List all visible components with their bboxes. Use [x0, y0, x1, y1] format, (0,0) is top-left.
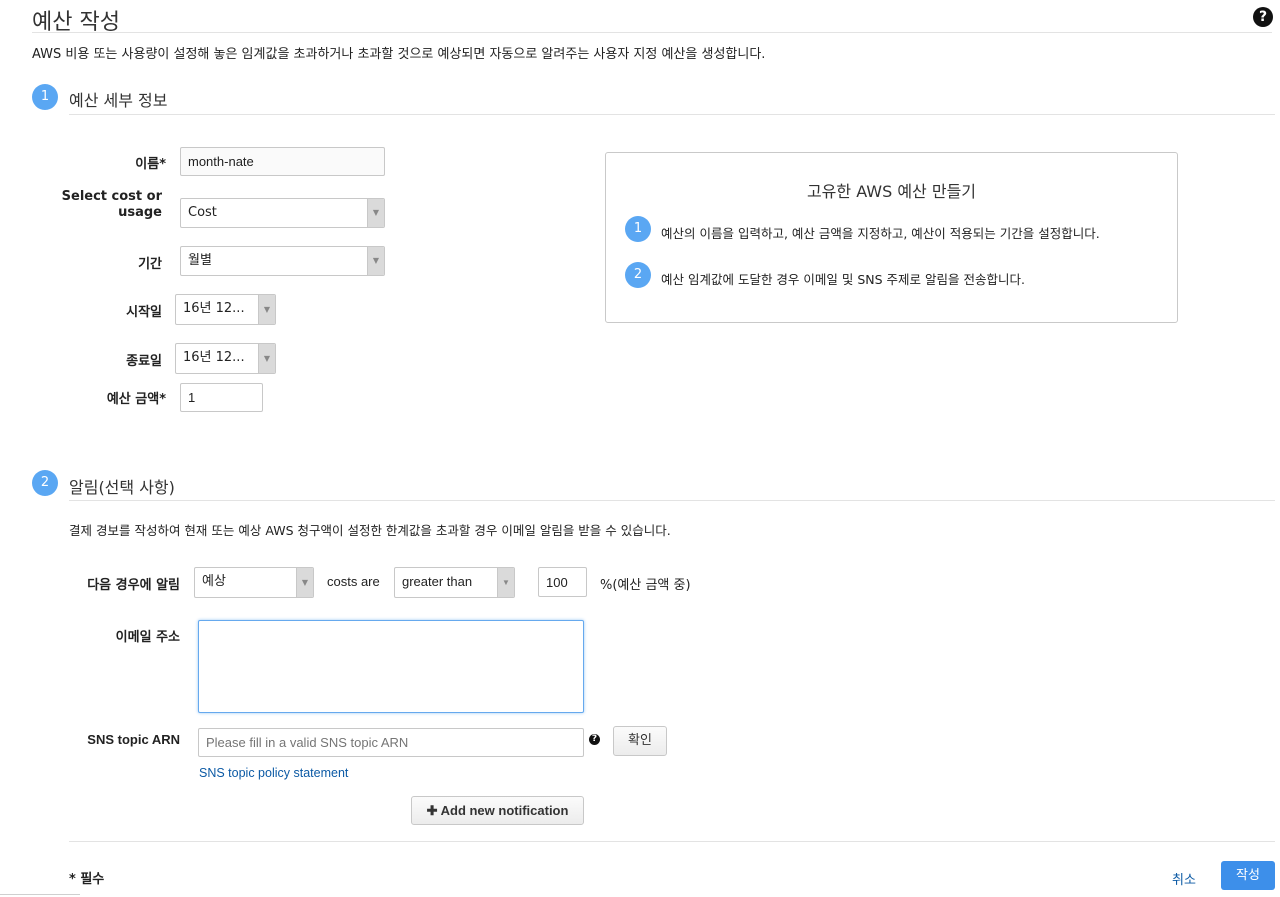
footer-divider [69, 841, 1275, 842]
chevron-down-icon: ▼ [296, 568, 313, 597]
section-title-notifications: 알림(선택 사항) [69, 478, 175, 497]
chevron-down-icon: ▼ [258, 295, 275, 324]
comparison-select[interactable]: greater than ▼ [394, 567, 515, 598]
threshold-input[interactable] [538, 567, 587, 597]
percent-suffix: %(예산 금액 중) [600, 578, 691, 593]
sns-policy-link[interactable]: SNS topic policy statement [199, 766, 348, 780]
chevron-down-icon: ▼ [497, 568, 514, 597]
create-button[interactable]: 작성 [1221, 861, 1275, 890]
notify-type-select[interactable]: 예상 ▼ [194, 567, 314, 598]
cancel-button[interactable]: 취소 [1172, 869, 1196, 888]
start-date-select[interactable]: 16년 12... ▼ [175, 294, 276, 325]
section-title-budget-details: 예산 세부 정보 [69, 91, 168, 110]
question-circle-icon[interactable]: ? [1253, 7, 1273, 27]
info-step-text-1: 예산의 이름을 입력하고, 예산 금액을 지정하고, 예산이 적용되는 기간을 … [661, 226, 1100, 241]
end-date-select[interactable]: 16년 12... ▼ [175, 343, 276, 374]
add-notification-button[interactable]: ✚ Add new notification [411, 796, 584, 825]
info-step-badge-1: 1 [625, 216, 651, 242]
cost-usage-label: Select cost or usage [40, 189, 162, 221]
notifications-description: 결제 경보를 작성하여 현재 또는 예상 AWS 청구액이 설정한 한계값을 초… [69, 523, 671, 538]
start-date-value: 16년 12... [183, 301, 245, 316]
budget-amount-label: 예산 금액* [106, 392, 166, 407]
cost-usage-label-line2: usage [118, 205, 162, 220]
section-divider [69, 500, 1275, 501]
info-step-badge-2: 2 [625, 262, 651, 288]
step-badge-2: 2 [32, 470, 58, 496]
add-notification-label: Add new notification [440, 803, 569, 818]
plus-icon: ✚ [426, 803, 438, 818]
end-date-value: 16년 12... [183, 350, 245, 365]
end-date-label: 종료일 [126, 354, 162, 369]
title-divider [32, 32, 1272, 33]
chevron-down-icon: ▼ [367, 247, 384, 275]
budget-amount-input[interactable] [180, 383, 263, 412]
step-badge-1: 1 [32, 84, 58, 110]
budget-name-input[interactable] [180, 147, 385, 176]
costs-are-text: costs are [327, 574, 380, 589]
question-circle-icon[interactable]: ? [589, 734, 600, 745]
email-textarea[interactable] [198, 620, 584, 713]
cost-usage-label-line1: Select cost or [61, 189, 162, 204]
sns-arn-label: SNS topic ARN [87, 732, 180, 747]
start-date-label: 시작일 [126, 305, 162, 320]
notify-when-label: 다음 경우에 알림 [87, 578, 180, 593]
email-label: 이메일 주소 [115, 630, 180, 645]
chevron-down-icon: ▼ [258, 344, 275, 373]
page-description: AWS 비용 또는 사용량이 설정해 놓은 임계값을 초과하거나 초과할 것으로… [32, 47, 766, 62]
notify-type-value: 예상 [202, 574, 226, 589]
chevron-down-icon: ▼ [367, 199, 384, 227]
period-select[interactable]: 월별 ▼ [180, 246, 385, 276]
verify-button[interactable]: 확인 [613, 726, 667, 756]
info-panel-title: 고유한 AWS 예산 만들기 [806, 182, 977, 201]
period-label: 기간 [138, 257, 162, 272]
cost-usage-value: Cost [188, 205, 217, 220]
comparison-value: greater than [402, 574, 473, 589]
section-divider [69, 114, 1275, 115]
cost-usage-select[interactable]: Cost ▼ [180, 198, 385, 228]
sns-arn-input[interactable] [198, 728, 584, 757]
info-step-text-2: 예산 임계값에 도달한 경우 이메일 및 SNS 주제로 알림을 전송합니다. [661, 272, 1025, 287]
name-label: 이름* [135, 157, 166, 172]
period-value: 월별 [188, 253, 212, 268]
required-note: * 필수 [69, 872, 105, 887]
bottom-edge-line [0, 894, 80, 895]
